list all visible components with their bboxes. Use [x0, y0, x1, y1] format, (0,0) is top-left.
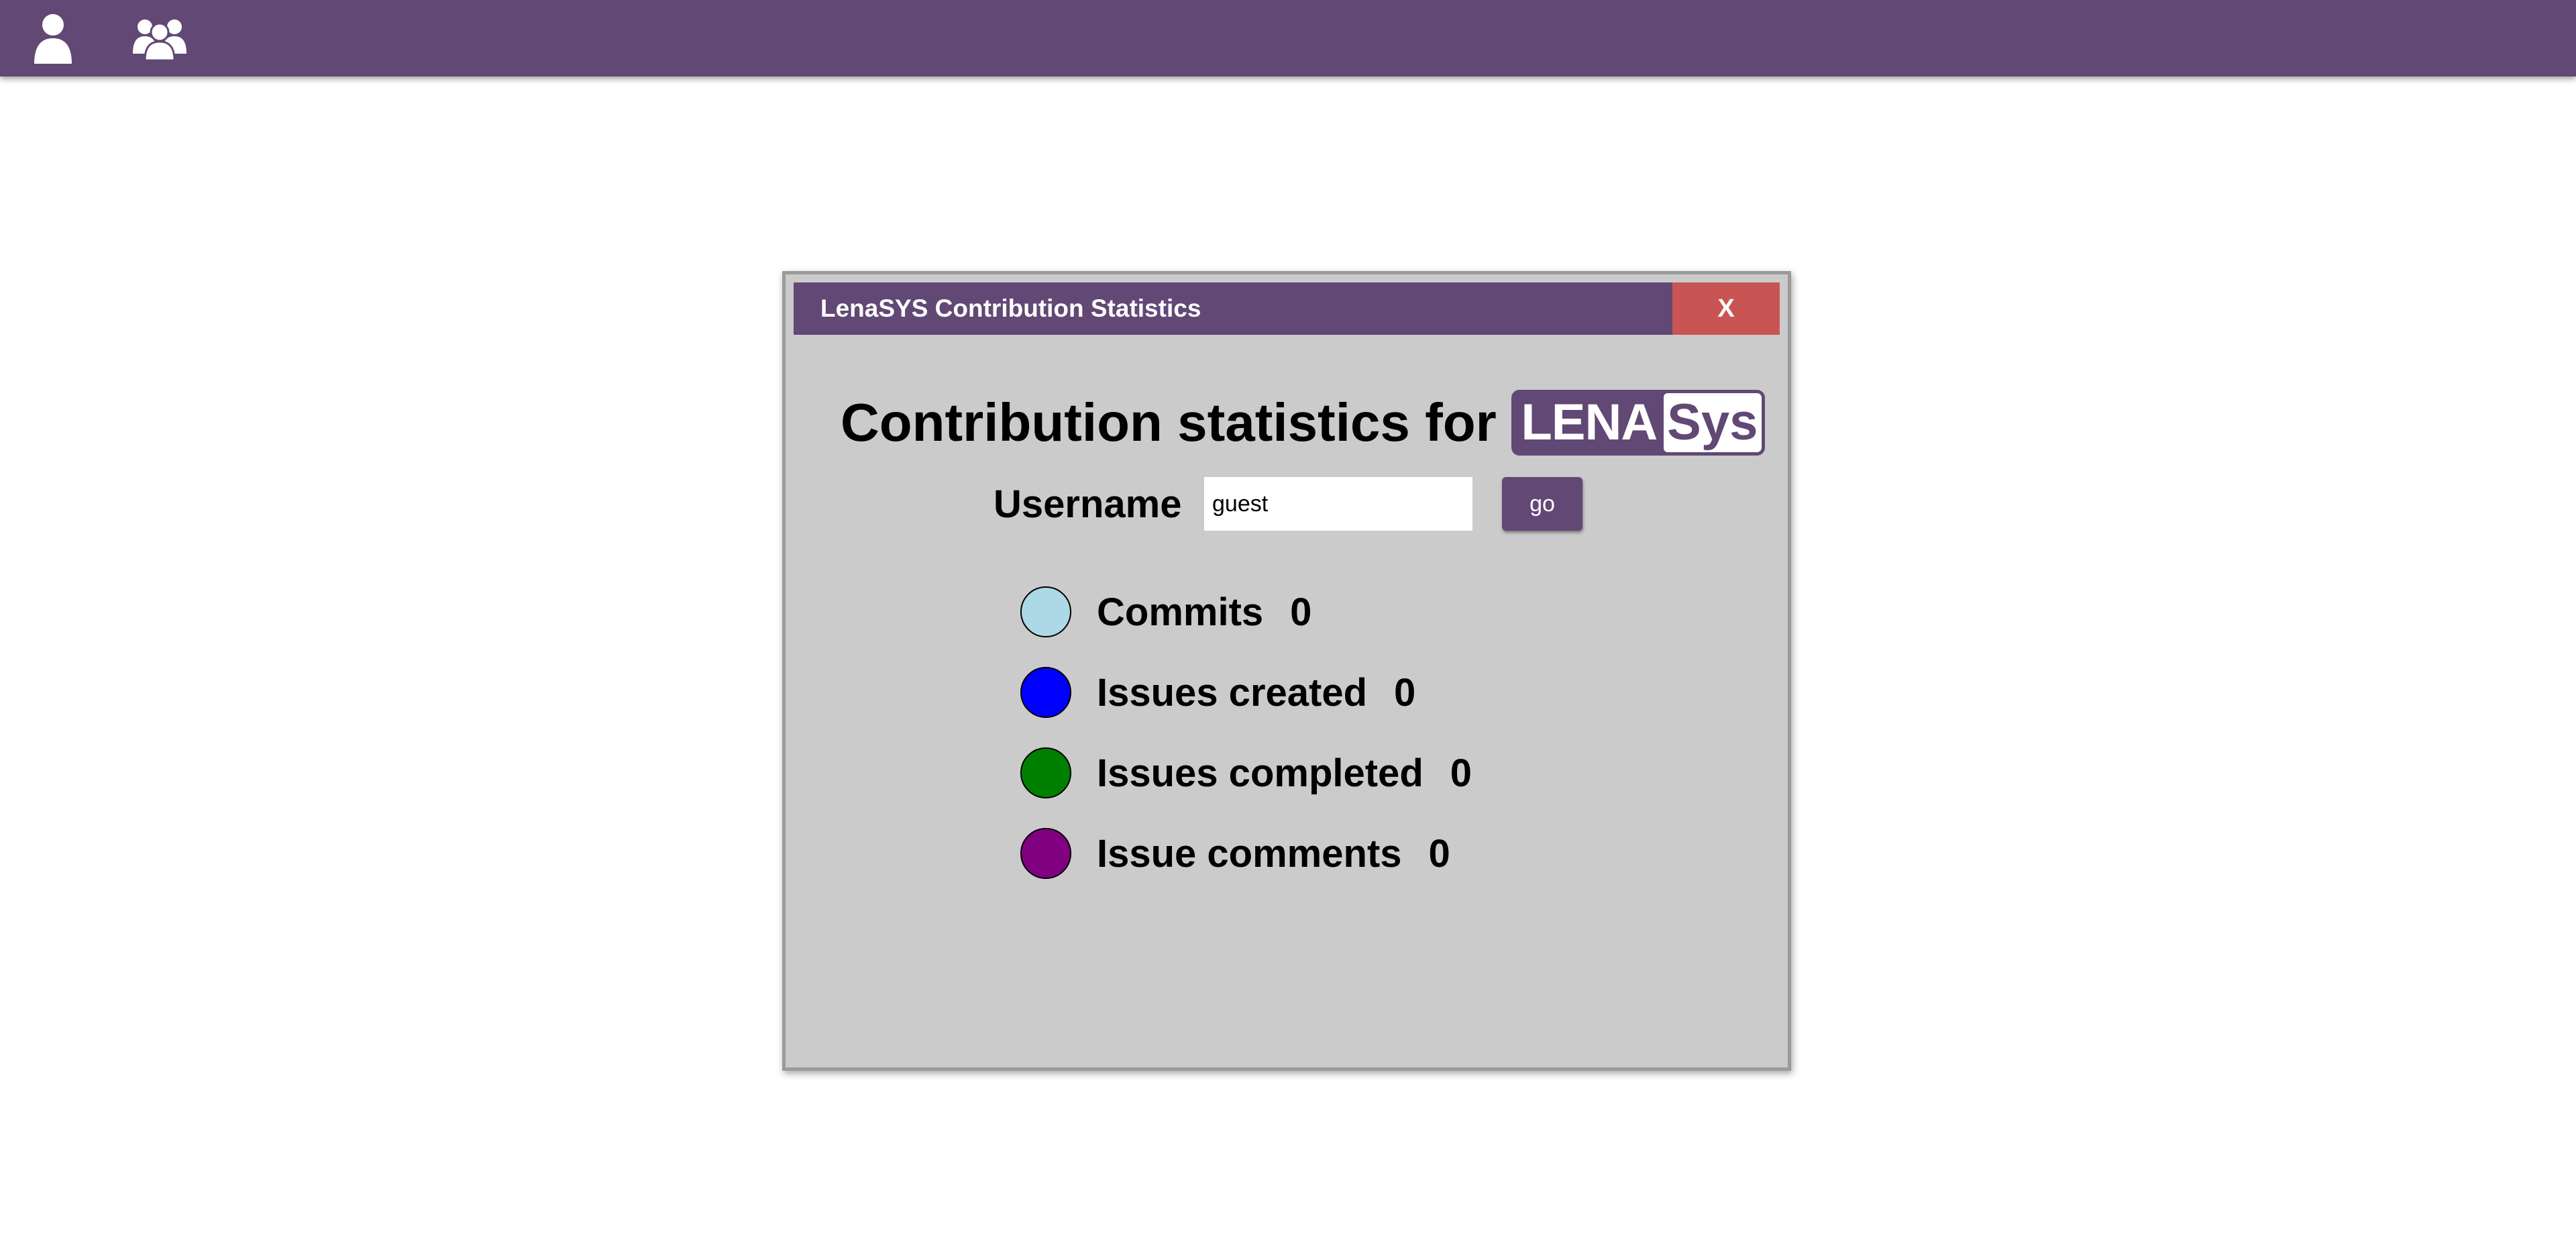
stat-commits: Commits 0	[1020, 584, 1472, 639]
stat-label: Issues completed	[1097, 751, 1424, 795]
heading-row: Contribution statistics for LENA Sys	[841, 386, 1765, 460]
stat-issues-completed: Issues completed 0	[1020, 745, 1472, 800]
username-row: Username go	[994, 477, 1582, 531]
issues-completed-color-dot	[1020, 747, 1071, 798]
top-navigation-bar	[0, 0, 2576, 76]
issue-comments-color-dot	[1020, 828, 1071, 879]
contribution-statistics-dialog: LenaSYS Contribution Statistics X Contri…	[782, 271, 1791, 1071]
logo-text-lena: LENA	[1514, 393, 1664, 452]
stat-value: 0	[1450, 751, 1472, 795]
group-icon[interactable]	[129, 7, 191, 70]
stat-label: Issue comments	[1097, 831, 1402, 876]
dialog-header: LenaSYS Contribution Statistics X	[794, 282, 1780, 335]
lenasys-logo: LENA Sys	[1511, 390, 1765, 456]
stat-label: Issues created	[1097, 670, 1368, 715]
logo-text-sys: Sys	[1663, 393, 1762, 452]
page-heading: Contribution statistics for	[841, 392, 1497, 452]
stats-list: Commits 0 Issues created 0 Issues comple…	[1020, 584, 1472, 906]
commits-color-dot	[1020, 586, 1071, 637]
stat-issue-comments: Issue comments 0	[1020, 826, 1472, 881]
user-icon[interactable]	[28, 7, 78, 70]
stat-value: 0	[1428, 831, 1450, 876]
go-button[interactable]: go	[1502, 477, 1582, 531]
stat-value: 0	[1394, 670, 1416, 715]
close-button[interactable]: X	[1672, 282, 1780, 335]
dialog-title: LenaSYS Contribution Statistics	[820, 295, 1201, 322]
username-input[interactable]	[1204, 477, 1472, 531]
username-label: Username	[994, 482, 1182, 526]
stat-issues-created: Issues created 0	[1020, 665, 1472, 720]
stat-value: 0	[1290, 590, 1312, 634]
stat-label: Commits	[1097, 590, 1264, 634]
issues-created-color-dot	[1020, 667, 1071, 718]
